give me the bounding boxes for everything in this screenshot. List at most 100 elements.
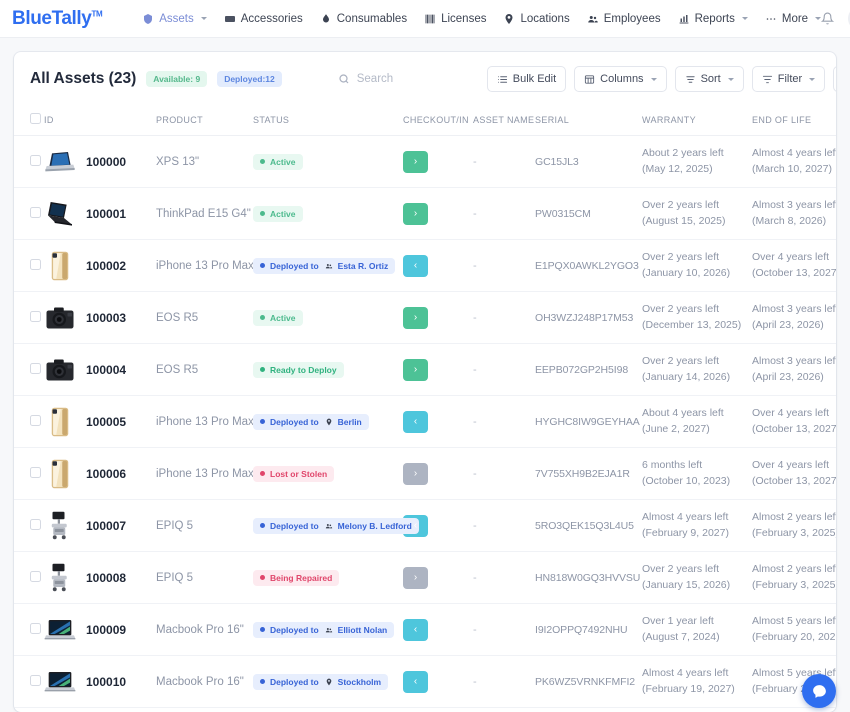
table-row[interactable]: 100001 ThinkPad E15 G4" Active › - PW0315CM Ov… [14, 187, 836, 240]
row-select-cell [14, 447, 44, 500]
badge-available[interactable]: Available: 9 [146, 71, 208, 87]
header-warranty[interactable]: WARRANTY [642, 104, 752, 136]
warranty-date: (January 10, 2026) [642, 266, 731, 279]
status-badge[interactable]: Deployed to Elliott Nolan [253, 621, 395, 638]
filter-button[interactable]: Filter [751, 66, 826, 92]
row-id-cell: 100008 [44, 551, 156, 604]
header-checkout[interactable]: CHECKOUT/IN [403, 104, 473, 136]
warranty-relative: Over 2 years left [642, 251, 720, 264]
search-icon [338, 73, 350, 85]
row-checkbox[interactable] [30, 206, 41, 218]
product-name: EPIQ 5 [156, 571, 194, 584]
export-button[interactable]: Export [833, 66, 836, 92]
columns-button[interactable]: Columns [574, 66, 667, 92]
header-serial[interactable]: SERIAL [535, 104, 642, 136]
checkout-toggle-button[interactable]: ‹ [403, 618, 428, 641]
checkout-toggle-button[interactable]: › [403, 566, 428, 589]
checkout-toggle-button[interactable]: ‹ [403, 670, 428, 693]
checkout-toggle-button[interactable]: › [403, 150, 428, 173]
nav-item-reports[interactable]: Reports [678, 13, 748, 25]
asset-id: 100002 [86, 258, 127, 273]
chat-bubble-icon[interactable] [802, 674, 836, 708]
people-icon [325, 262, 333, 270]
table-row[interactable]: 100008 EPIQ 5 Being Repaired › - HN818W0GQ3HV… [14, 551, 836, 604]
nav-item-employees[interactable]: Employees [587, 13, 661, 25]
eol-relative: Over 4 years left [752, 407, 830, 420]
checkout-toggle-button[interactable]: › [403, 202, 428, 225]
chart-icon [678, 13, 690, 25]
row-checkbox[interactable] [30, 154, 41, 166]
checkout-toggle-button[interactable]: › [403, 462, 428, 485]
header-product[interactable]: PRODUCT [156, 104, 253, 136]
table-row[interactable]: 100010 Macbook Pro 16" Deployed to Stockho… [14, 655, 836, 708]
table-row[interactable]: 100002 iPhone 13 Pro Max Deployed to Esta … [14, 239, 836, 292]
sort-button[interactable]: Sort [674, 66, 744, 92]
checkout-toggle-button[interactable]: › [403, 358, 428, 381]
product-thumbnail-icon [44, 407, 76, 437]
bell-icon[interactable] [821, 12, 835, 25]
table-row[interactable]: 100009 Macbook Pro 16" Deployed to Elliott… [14, 603, 836, 656]
status-badge[interactable]: Lost or Stolen [253, 465, 335, 482]
row-checkout-cell: ‹ [403, 655, 473, 708]
row-checkout-cell: › [403, 447, 473, 500]
brand-logo[interactable]: BlueTallyTM [12, 7, 103, 30]
table-row[interactable]: 100000 XPS 13" Active › - GC15JL3 About 2 year… [14, 135, 836, 188]
serial-number: I9I2OPPQ7492NHU [535, 623, 628, 636]
row-checkbox[interactable] [30, 570, 41, 582]
row-status-cell: Deployed to Elliott Nolan [253, 603, 403, 656]
warranty-date: (December 13, 2025) [642, 318, 742, 331]
row-checkbox[interactable] [30, 622, 41, 634]
row-checkbox[interactable] [30, 310, 41, 322]
filter-icon [762, 74, 773, 85]
header-end-of-life[interactable]: END OF LIFE [752, 104, 836, 136]
eol-relative: Almost 2 years left [752, 563, 836, 576]
row-checkbox[interactable] [30, 414, 41, 426]
status-badge[interactable]: Active [253, 309, 303, 326]
checkout-toggle-button[interactable]: ‹ [403, 254, 428, 277]
status-badge[interactable]: Deployed to Berlin [253, 413, 369, 430]
header-id[interactable]: ID [44, 104, 156, 136]
table-row[interactable]: 100005 iPhone 13 Pro Max Deployed to Berli… [14, 395, 836, 448]
nav-item-consumables[interactable]: Consumables [320, 13, 407, 25]
status-badge[interactable]: Deployed to Esta R. Ortiz [253, 257, 396, 274]
nav-item-licenses[interactable]: Licenses [424, 13, 486, 25]
nav-item-accessories[interactable]: Accessories [224, 13, 303, 25]
list-icon [497, 74, 508, 85]
row-checkbox[interactable] [30, 674, 41, 686]
status-dot-icon [260, 419, 265, 424]
table-body: 100000 XPS 13" Active › - GC15JL3 About 2 year… [14, 135, 836, 708]
status-badge[interactable]: Active [253, 205, 303, 222]
bulk-edit-button[interactable]: Bulk Edit [486, 66, 567, 92]
nav-item-assets[interactable]: Assets [142, 13, 207, 25]
status-target: Berlin [337, 416, 362, 427]
table-row[interactable]: 100007 EPIQ 5 Deployed to Melony B. Ledfor… [14, 499, 836, 552]
row-product-cell: Macbook Pro 16" [156, 655, 253, 708]
nav-item-locations[interactable]: Locations [503, 13, 570, 25]
row-eol-cell: Almost 3 years left (April 23, 2026) [752, 343, 836, 396]
status-badge[interactable]: Deployed to Melony B. Ledford [253, 517, 419, 534]
row-checkbox[interactable] [30, 518, 41, 530]
nav-item-more[interactable]: More [765, 13, 822, 25]
checkout-toggle-button[interactable]: › [403, 306, 428, 329]
header-status[interactable]: STATUS [253, 104, 403, 136]
select-all-checkbox[interactable] [30, 113, 41, 124]
status-badge[interactable]: Being Repaired [253, 569, 340, 586]
search-input[interactable] [356, 73, 487, 85]
status-badge[interactable]: Active [253, 153, 303, 170]
row-checkbox[interactable] [30, 362, 41, 374]
status-badge[interactable]: Ready to Deploy [253, 361, 344, 378]
row-select-cell [14, 135, 44, 188]
row-id-cell: 100005 [44, 395, 156, 448]
brand-name: BlueTally [12, 7, 92, 29]
row-checkbox[interactable] [30, 466, 41, 478]
table-row[interactable]: 100004 EOS R5 Ready to Deploy › - EEPB072GP2H… [14, 343, 836, 396]
status-badge[interactable]: Deployed to Stockholm [253, 673, 389, 690]
assets-table-scroll[interactable]: ID PRODUCT STATUS CHECKOUT/IN ASSET NAME… [14, 104, 836, 712]
checkout-toggle-button[interactable]: ‹ [403, 410, 428, 433]
badge-deployed[interactable]: Deployed:12 [217, 71, 282, 87]
table-row[interactable]: 100006 iPhone 13 Pro Max Lost or Stolen › - 7… [14, 447, 836, 500]
table-row[interactable]: 100003 EOS R5 Active › - OH3WZJ248P17M53 Over … [14, 291, 836, 344]
row-checkbox[interactable] [30, 258, 41, 270]
header-asset-name[interactable]: ASSET NAME [473, 104, 535, 136]
row-status-cell: Deployed to Esta R. Ortiz [253, 239, 403, 292]
